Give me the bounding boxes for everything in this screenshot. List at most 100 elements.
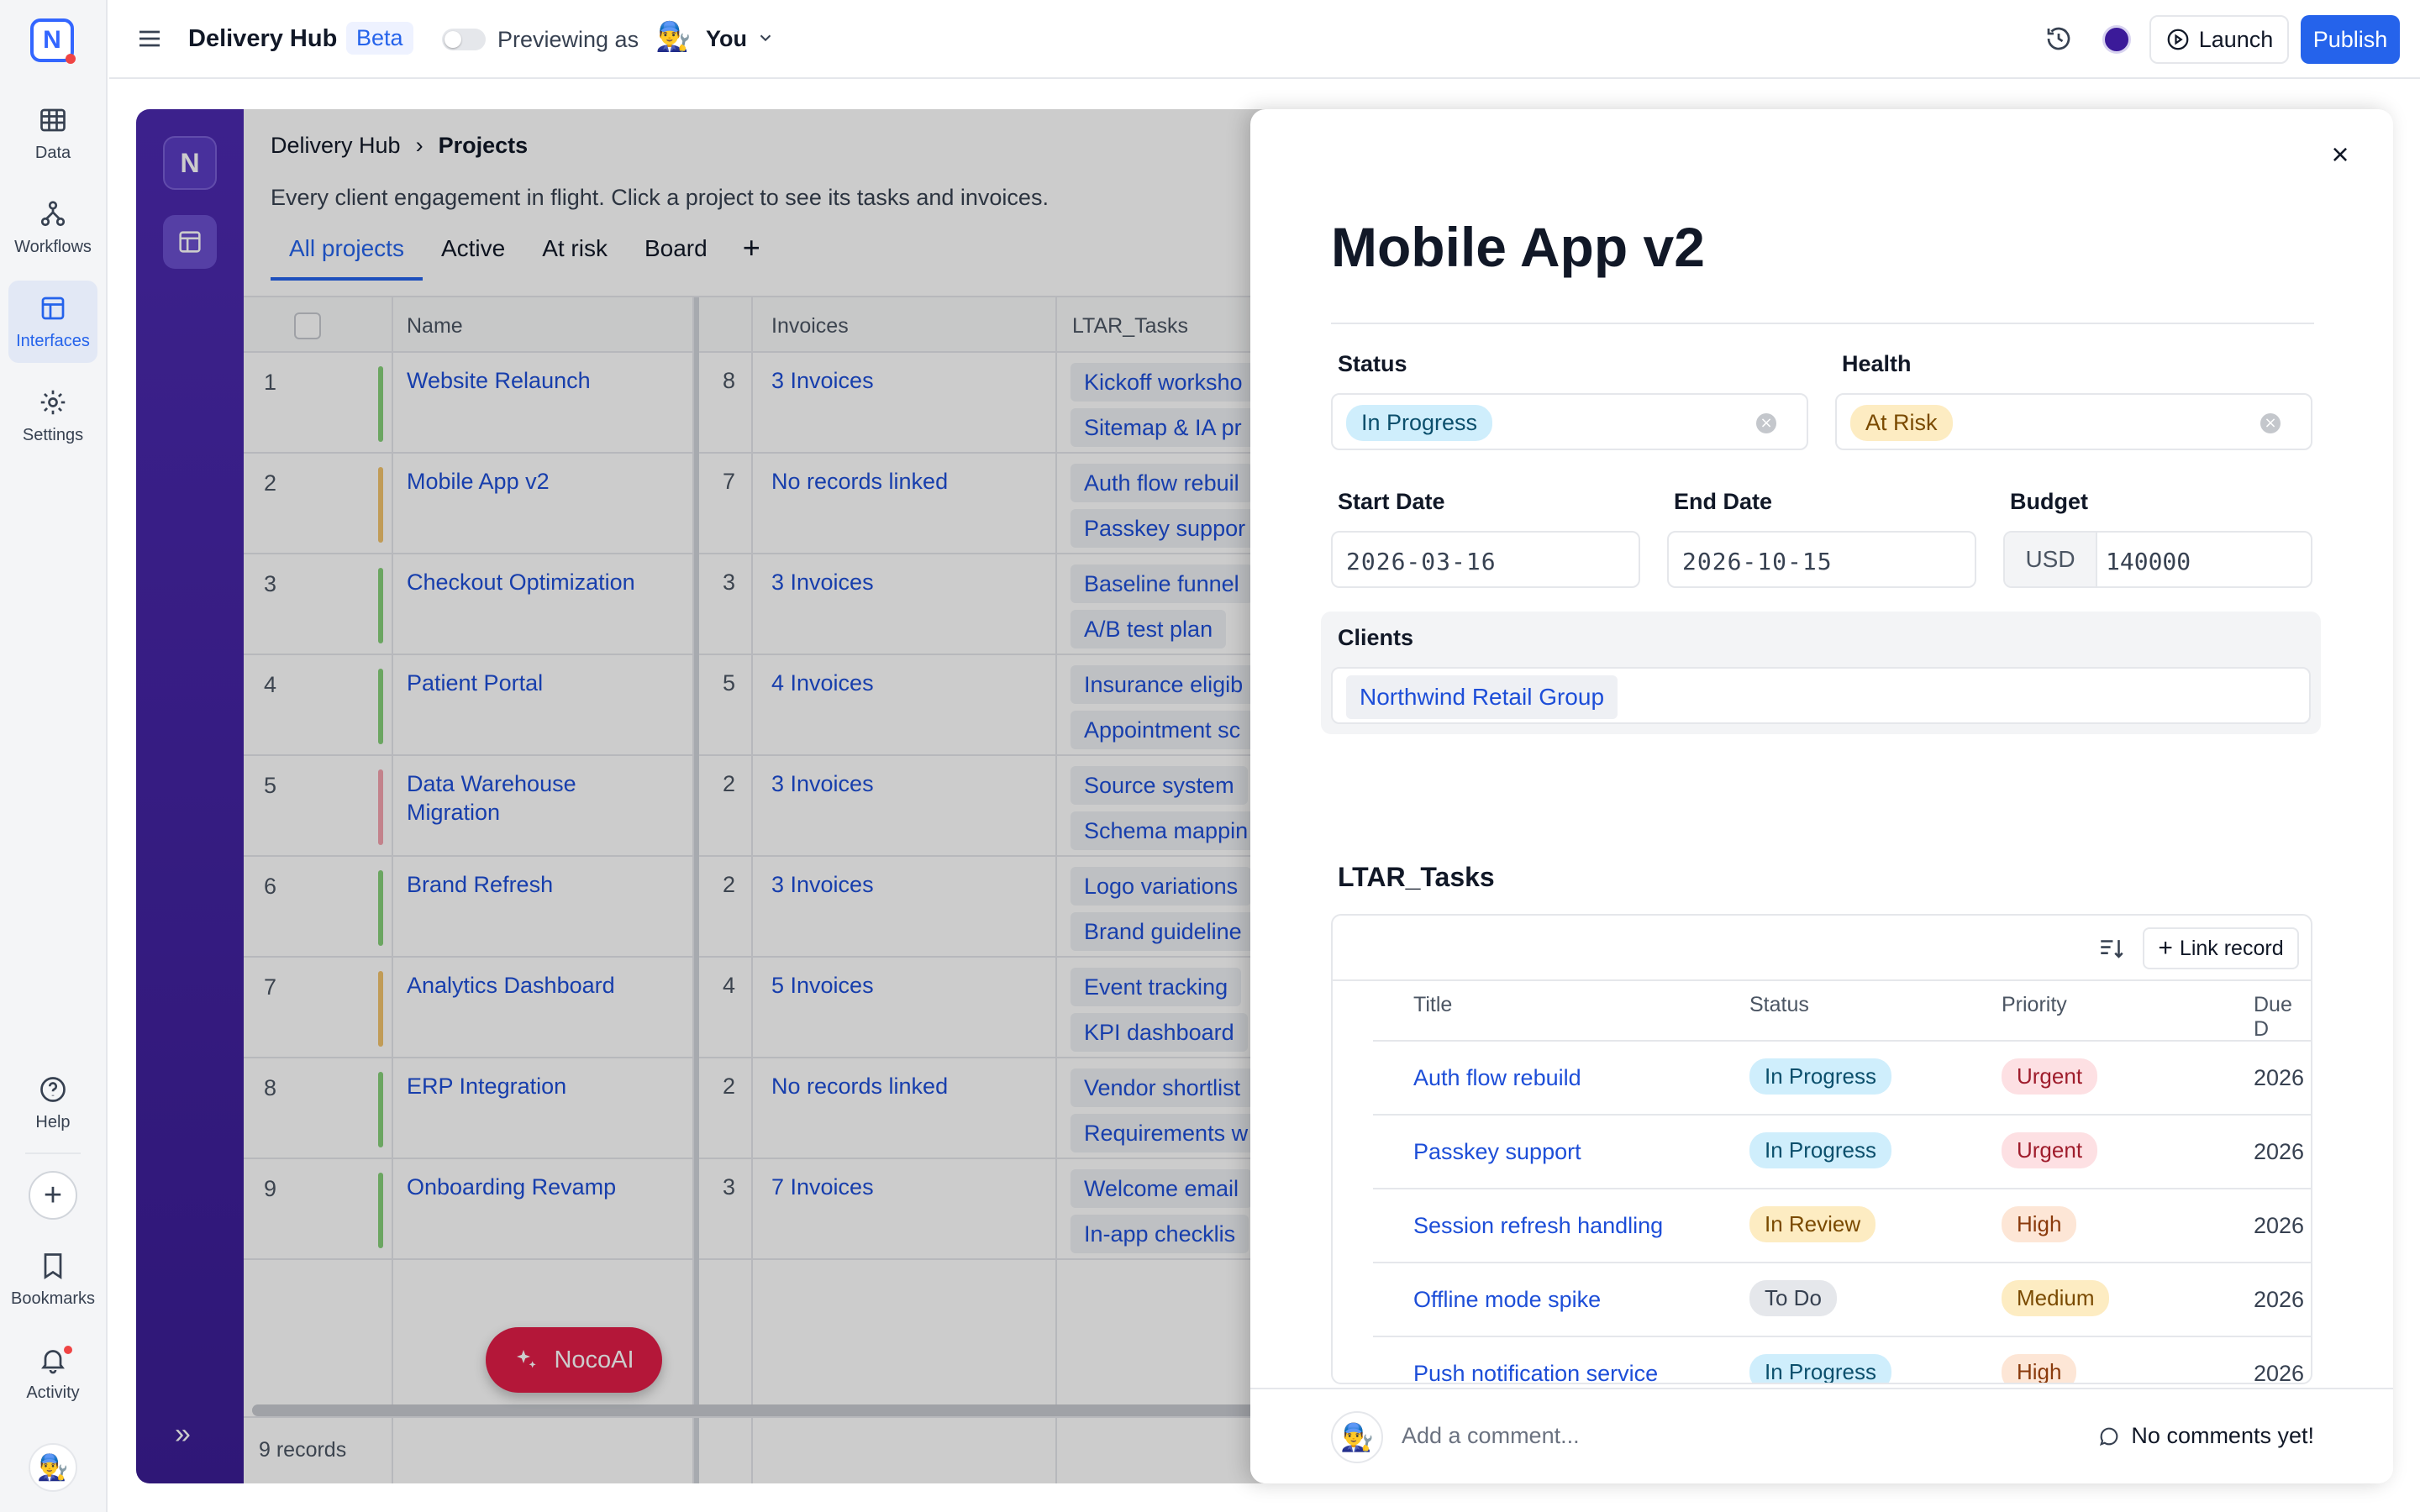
task-status-pill: In Progress <box>1749 1132 1891 1168</box>
nocodb-logo-icon[interactable]: N <box>30 18 76 64</box>
clients-label: Clients <box>1338 625 1414 650</box>
bookmark-icon <box>44 1252 62 1279</box>
task-title-link[interactable]: Session refresh handling <box>1413 1213 1663 1239</box>
comment-bar: 👨‍🔧 Add a comment... No comments yet! <box>1250 1388 2393 1483</box>
rail-item-bookmarks[interactable]: Bookmarks <box>8 1238 97 1320</box>
link-record-button[interactable]: + Link record <box>2143 927 2299 969</box>
preview-user-avatar: 👨‍🔧 <box>655 21 692 53</box>
interface-icon <box>41 297 65 319</box>
notification-dot <box>64 1346 72 1354</box>
currency-label: USD <box>2005 533 2097 586</box>
title-divider <box>1331 323 2314 324</box>
workflow-icon <box>40 200 66 226</box>
task-priority-pill: Urgent <box>2002 1132 2098 1168</box>
health-field[interactable]: At Risk × <box>1835 393 2312 450</box>
task-status-pill: In Progress <box>1749 1058 1891 1095</box>
task-title-link[interactable]: Auth flow rebuild <box>1413 1065 1581 1091</box>
sort-icon[interactable] <box>2097 934 2126 963</box>
plus-icon: + <box>2158 934 2173 962</box>
linked-task-row[interactable]: Offline mode spike To Do Medium 2026 <box>1373 1262 2311 1336</box>
task-priority-pill: High <box>2002 1354 2077 1383</box>
help-icon <box>40 1076 66 1102</box>
health-pill: At Risk <box>1850 405 1953 441</box>
budget-label: Budget <box>2010 489 2088 514</box>
task-status-pill: In Progress <box>1749 1354 1891 1383</box>
linked-tasks-table: + Link record Title Status Priority Due … <box>1331 914 2312 1384</box>
budget-field[interactable]: USD 140000 <box>2003 531 2312 588</box>
add-button[interactable]: + <box>29 1171 77 1220</box>
linked-tasks-title: LTAR_Tasks <box>1338 862 1495 892</box>
rail-label-help: Help <box>35 1112 71 1131</box>
clear-status-icon[interactable]: × <box>1756 413 1776 433</box>
launch-label: Launch <box>2198 26 2274 52</box>
task-title-link[interactable]: Offline mode spike <box>1413 1287 1601 1313</box>
task-due-date: 2026 <box>2254 1065 2305 1090</box>
menu-icon[interactable] <box>136 25 163 52</box>
rail-label-data: Data <box>34 143 71 162</box>
task-due-date: 2026 <box>2254 1213 2305 1238</box>
task-priority-pill: Urgent <box>2002 1058 2098 1095</box>
preview-toggle[interactable] <box>442 29 486 50</box>
comment-icon <box>2100 1427 2118 1446</box>
rail-item-interfaces[interactable]: Interfaces <box>8 281 97 363</box>
end-date-field[interactable]: 2026-10-15 <box>1667 531 1976 588</box>
budget-value: 140000 <box>2106 548 2191 575</box>
task-priority-pill: High <box>2002 1206 2077 1242</box>
theme-color-button[interactable] <box>2102 25 2131 54</box>
beta-badge: Beta <box>346 22 413 55</box>
comment-input[interactable]: Add a comment... <box>1402 1423 1580 1449</box>
chevron-down-icon[interactable] <box>756 29 775 47</box>
record-title: Mobile App v2 <box>1331 216 1705 278</box>
linked-tasks-toolbar: + Link record <box>1333 916 2311 981</box>
rail-item-activity[interactable]: Activity <box>8 1332 97 1415</box>
task-status-pill: To Do <box>1749 1280 1837 1316</box>
record-drawer: × Mobile App v2 Status In Progress × Hea… <box>1250 109 2393 1483</box>
play-icon <box>2167 29 2189 50</box>
rail-item-data[interactable]: Data <box>8 92 97 175</box>
rail-item-help[interactable]: Help <box>8 1062 97 1144</box>
gear-icon <box>40 390 66 414</box>
commenter-avatar: 👨‍🔧 <box>1331 1411 1383 1463</box>
column-header-priority[interactable]: Priority <box>2002 993 2067 1017</box>
user-avatar[interactable]: 👨‍🔧 <box>29 1443 77 1492</box>
task-title-link[interactable]: Passkey support <box>1413 1139 1581 1165</box>
end-date-label: End Date <box>1674 489 1773 514</box>
linked-task-row[interactable]: Session refresh handling In Review High 202… <box>1373 1188 2311 1262</box>
link-record-label: Link record <box>2179 936 2284 960</box>
linked-task-row[interactable]: Push notification service In Progress High… <box>1373 1336 2311 1384</box>
status-field[interactable]: In Progress × <box>1331 393 1808 450</box>
rail-item-settings[interactable]: Settings <box>8 375 97 457</box>
status-pill: In Progress <box>1346 405 1493 441</box>
client-chip[interactable]: Northwind Retail Group <box>1346 675 1618 719</box>
no-comments-indicator: No comments yet! <box>2097 1423 2314 1449</box>
linked-task-row[interactable]: Auth flow rebuild In Progress Urgent 2026 <box>1373 1040 2311 1114</box>
column-header-due-date[interactable]: Due D <box>2254 993 2311 1042</box>
preview-user-select[interactable]: You <box>706 26 747 52</box>
clients-field[interactable]: Northwind Retail Group <box>1331 667 2311 724</box>
task-title-link[interactable]: Push notification service <box>1413 1361 1658 1383</box>
clear-health-icon[interactable]: × <box>2260 413 2281 433</box>
app-title: Delivery Hub <box>188 25 338 52</box>
app-rail: N Data Workflows Interfaces Settings Hel… <box>0 0 108 1512</box>
task-due-date: 2026 <box>2254 1361 2305 1384</box>
start-date-value: 2026-03-16 <box>1346 548 1497 575</box>
modal-backdrop[interactable] <box>136 109 1279 1483</box>
publish-button[interactable]: Publish <box>2301 15 2400 64</box>
history-icon[interactable] <box>2044 24 2074 54</box>
linked-task-row[interactable]: Passkey support In Progress Urgent 2026 <box>1373 1114 2311 1188</box>
status-label: Status <box>1338 351 1407 376</box>
start-date-field[interactable]: 2026-03-16 <box>1331 531 1640 588</box>
rail-label-interfaces: Interfaces <box>16 331 90 350</box>
task-due-date: 2026 <box>2254 1139 2305 1164</box>
clients-section: Clients Northwind Retail Group <box>1321 612 2321 734</box>
task-status-pill: In Review <box>1749 1206 1876 1242</box>
close-icon[interactable]: × <box>2328 139 2353 170</box>
previewing-label: Previewing as <box>497 27 639 52</box>
column-header-status[interactable]: Status <box>1749 993 1809 1017</box>
rail-label-bookmarks: Bookmarks <box>10 1289 96 1308</box>
rail-label-activity: Activity <box>26 1383 80 1402</box>
rail-item-workflows[interactable]: Workflows <box>8 186 97 269</box>
rail-divider <box>25 1152 81 1154</box>
column-header-title[interactable]: Title <box>1413 993 1452 1017</box>
launch-button[interactable]: Launch <box>2149 15 2289 64</box>
